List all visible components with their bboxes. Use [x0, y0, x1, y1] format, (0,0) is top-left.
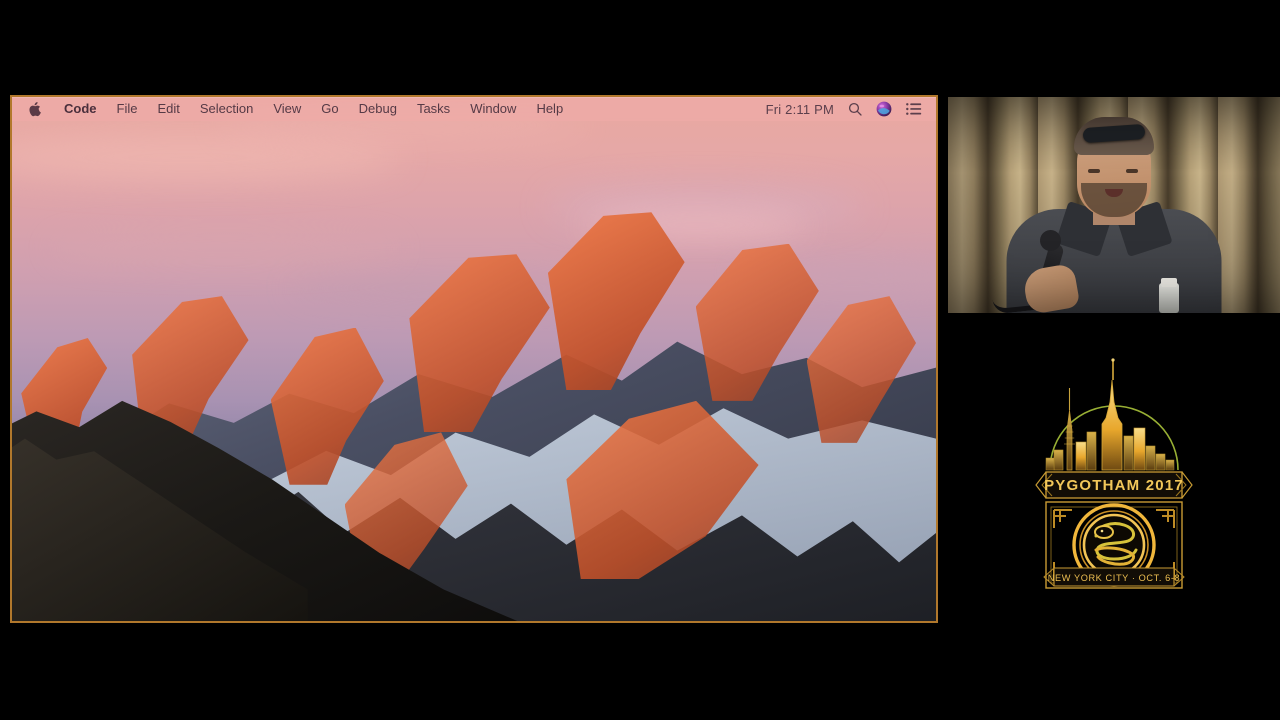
- desktop-wallpaper: [12, 97, 936, 621]
- macos-menu-bar: Code File Edit Selection View Go Debug T…: [12, 97, 936, 121]
- menu-item-window[interactable]: Window: [460, 97, 526, 121]
- water-bottle-cap: [1161, 278, 1177, 287]
- menu-item-tasks[interactable]: Tasks: [407, 97, 460, 121]
- speaker-figure: [992, 117, 1229, 313]
- menu-item-view[interactable]: View: [263, 97, 311, 121]
- speaker-eye-left: [1088, 169, 1100, 173]
- water-bottle: [1159, 283, 1179, 313]
- menu-item-go[interactable]: Go: [311, 97, 348, 121]
- notification-center-icon[interactable]: [906, 103, 922, 115]
- siri-icon[interactable]: [876, 101, 892, 117]
- spotlight-search-icon[interactable]: [848, 102, 862, 116]
- speaker-webcam-panel: [948, 97, 1280, 313]
- menu-item-edit[interactable]: Edit: [147, 97, 189, 121]
- video-frame: Code File Edit Selection View Go Debug T…: [0, 0, 1280, 720]
- speaker-eye-right: [1126, 169, 1138, 173]
- menu-item-code[interactable]: Code: [54, 97, 107, 121]
- logo-subtitle: NEW YORK CITY · OCT. 6-8: [1048, 573, 1181, 583]
- apple-logo-icon[interactable]: [12, 101, 54, 117]
- cloud: [48, 233, 401, 265]
- logo-title: PYGOTHAM 2017: [1044, 477, 1184, 494]
- menu-item-debug[interactable]: Debug: [349, 97, 407, 121]
- screen-share-panel: Code File Edit Selection View Go Debug T…: [10, 95, 938, 623]
- menu-item-file[interactable]: File: [107, 97, 148, 121]
- menu-bar-clock[interactable]: Fri 2:11 PM: [766, 102, 834, 117]
- pygotham-logo: PYGOTHAM 2017 NEW YORK CITY · OCT. 6-8: [1032, 358, 1196, 590]
- menu-item-selection[interactable]: Selection: [190, 97, 263, 121]
- menu-item-help[interactable]: Help: [526, 97, 573, 121]
- menu-bar-status-area: Fri 2:11 PM: [766, 101, 936, 117]
